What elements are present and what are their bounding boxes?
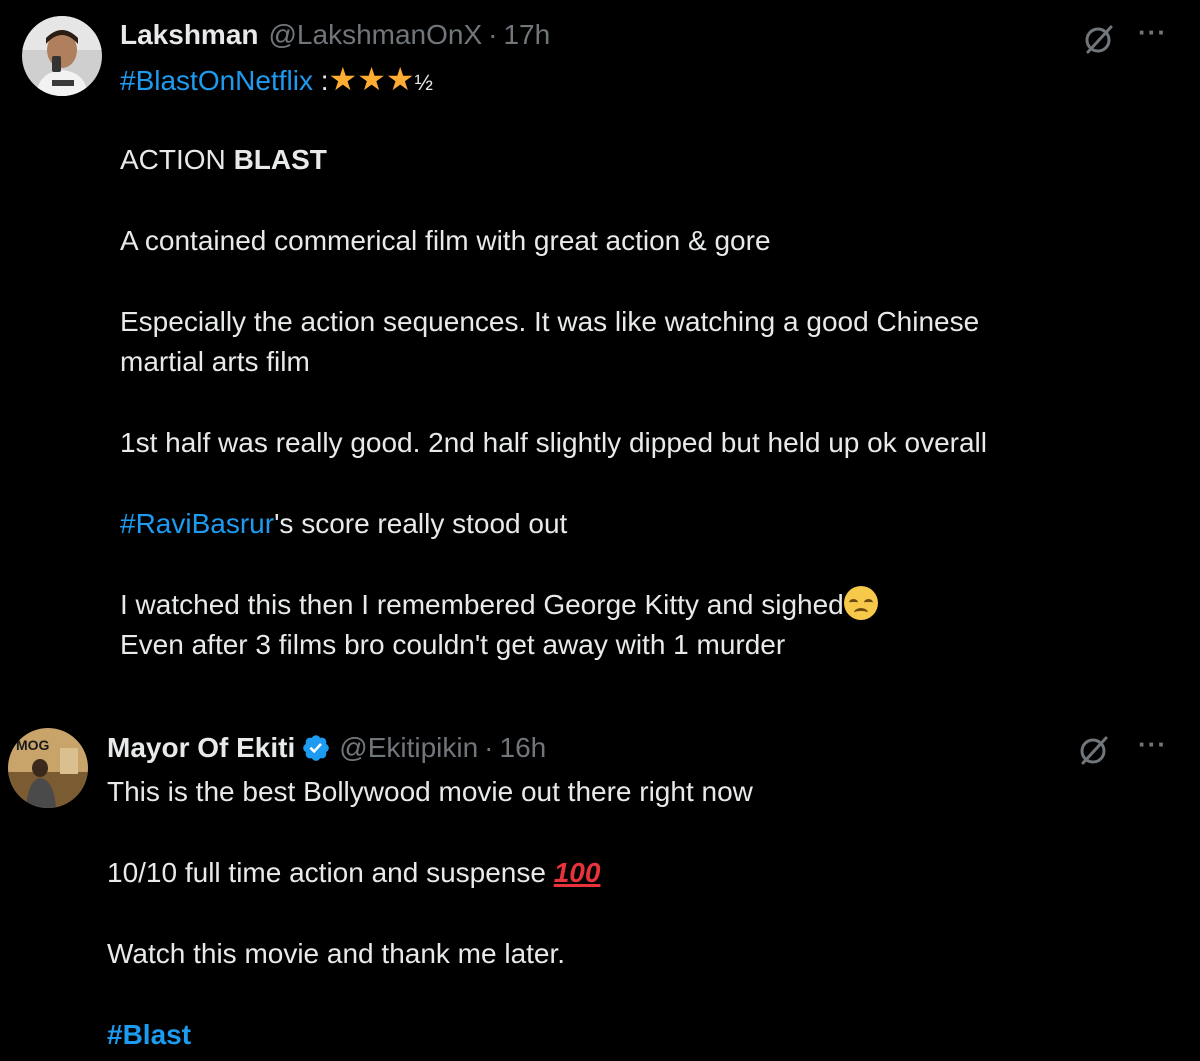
avatar-text: MOG bbox=[16, 737, 50, 753]
text-line: This is the best Bollywood movie out the… bbox=[107, 776, 753, 807]
text-line: Even after 3 films bro couldn't get away… bbox=[120, 629, 786, 660]
author-name[interactable]: Lakshman bbox=[120, 17, 259, 53]
author-handle[interactable]: @LakshmanOnX bbox=[269, 17, 483, 53]
text-line: martial arts film bbox=[120, 346, 310, 377]
verified-badge-icon bbox=[301, 733, 331, 763]
text-line: A contained commerical film with great a… bbox=[120, 225, 771, 256]
text-action-prefix: ACTION bbox=[120, 144, 234, 175]
text-action-bold: BLAST bbox=[233, 144, 327, 175]
text-line: I watched this then I remembered George … bbox=[120, 585, 1120, 625]
tweet-text: #BlastOnNetflix :★★★½ ACTION BLAST A con… bbox=[120, 59, 1120, 665]
rating-colon: : bbox=[320, 65, 329, 96]
tweet[interactable]: Lakshman @LakshmanOnX · 17h ··· #BlastOn… bbox=[0, 0, 1200, 700]
avatar[interactable]: MOG bbox=[8, 728, 88, 808]
text-line: #RaviBasrur's score really stood out bbox=[120, 504, 1120, 544]
tweet-header: Lakshman @LakshmanOnX · 17h bbox=[120, 17, 550, 53]
text-line: 1st half was really good. 2nd half sligh… bbox=[120, 427, 987, 458]
rating-line: #BlastOnNetflix :★★★½ bbox=[120, 59, 1120, 99]
separator: · bbox=[488, 19, 498, 50]
tweet-header: Mayor Of Ekiti @Ekitipikin · 16h bbox=[107, 730, 546, 766]
rating-half: ½ bbox=[414, 70, 433, 95]
grok-icon[interactable] bbox=[1077, 733, 1111, 772]
hashtag-link[interactable]: #BlastOnNetflix bbox=[120, 65, 313, 96]
disappointed-face-emoji bbox=[843, 586, 878, 620]
hashtag-line: #Blast bbox=[107, 1015, 1107, 1055]
grok-icon[interactable] bbox=[1082, 22, 1116, 61]
text-line: ACTION BLAST bbox=[120, 140, 1120, 180]
more-options-icon[interactable]: ··· bbox=[1138, 731, 1167, 757]
hashtag-link[interactable]: #RaviBasrur bbox=[120, 508, 274, 539]
tweet-text: This is the best Bollywood movie out the… bbox=[107, 772, 1107, 1055]
avatar-image: MOG bbox=[8, 728, 88, 808]
avatar-image bbox=[22, 16, 102, 96]
hashtag-link[interactable]: #Blast bbox=[107, 1019, 191, 1050]
text-score: 10/10 full time action and suspense bbox=[107, 857, 554, 888]
text-line: Especially the action sequences. It was … bbox=[120, 306, 980, 337]
text-watched: I watched this then I remembered George … bbox=[120, 589, 844, 620]
avatar[interactable] bbox=[22, 16, 102, 96]
star-icon: ★★★ bbox=[328, 61, 415, 97]
text-line: 10/10 full time action and suspense 100 bbox=[107, 853, 1107, 893]
text-score-rest: 's score really stood out bbox=[274, 508, 568, 539]
author-name[interactable]: Mayor Of Ekiti bbox=[107, 730, 295, 766]
text-line: Watch this movie and thank me later. bbox=[107, 938, 566, 969]
tweet[interactable]: MOG Mayor Of Ekiti @Ekitipikin · 16h ··· bbox=[0, 700, 1200, 1061]
timestamp[interactable]: 16h bbox=[500, 730, 547, 766]
timestamp[interactable]: 17h bbox=[503, 17, 550, 53]
more-options-icon[interactable]: ··· bbox=[1138, 19, 1167, 45]
author-handle[interactable]: @Ekitipikin bbox=[339, 730, 478, 766]
timeline: Lakshman @LakshmanOnX · 17h ··· #BlastOn… bbox=[0, 0, 1200, 1061]
separator: · bbox=[484, 732, 494, 763]
hundred-points-emoji: 100 bbox=[553, 857, 601, 888]
